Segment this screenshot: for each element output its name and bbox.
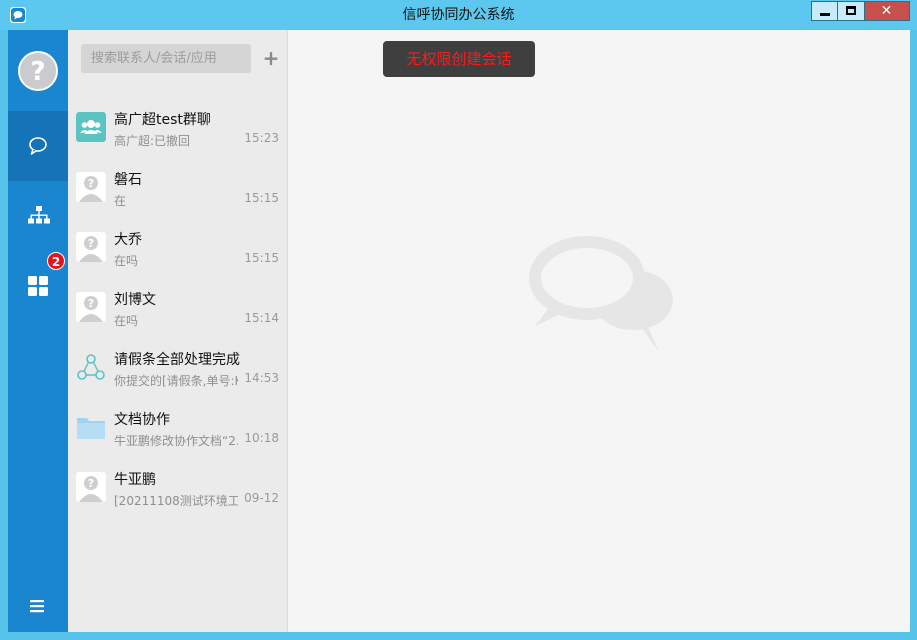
org-chart-icon (28, 206, 50, 224)
conversation-name: 磐石 (114, 172, 142, 188)
svg-text:?: ? (88, 177, 94, 190)
main-panel: 无权限创建会话 (288, 30, 910, 632)
svg-text:?: ? (88, 477, 94, 490)
conversation-preview: 牛亚鹏修改协作文档“2. (114, 434, 238, 448)
conversation-item[interactable]: 高广超test群聊 高广超:已撤回 15:23 (68, 100, 287, 160)
conversation-name: 文档协作 (114, 412, 170, 428)
conversation-time: 15:15 (244, 191, 279, 205)
conversation-preview: 在吗 (114, 314, 139, 328)
svg-text:?: ? (30, 57, 45, 87)
minimize-icon (820, 13, 830, 16)
conversation-preview: 高广超:已撤回 (114, 134, 191, 148)
conversation-name: 牛亚鹏 (114, 472, 156, 488)
nav-sidebar: ? 2 (8, 30, 68, 632)
conversation-item[interactable]: 请假条全部处理完成 你提交的[请假条,单号:KA 14:53 (68, 340, 287, 400)
default-avatar-icon: ? (76, 172, 106, 202)
default-avatar-icon: ? (20, 53, 56, 89)
close-button[interactable]: ✕ (865, 1, 910, 21)
conversation-name: 高广超test群聊 (114, 112, 211, 128)
conversation-name: 请假条全部处理完成 (114, 352, 240, 368)
flow-icon (76, 352, 106, 382)
conversation-preview: 你提交的[请假条,单号:KA (114, 374, 238, 388)
conversation-time: 15:23 (244, 131, 279, 145)
chat-bubble-icon (29, 137, 47, 155)
maximize-button[interactable] (838, 1, 865, 21)
svg-text:?: ? (88, 297, 94, 310)
conversation-item[interactable]: ? 磐石 在 15:15 (68, 160, 287, 220)
nav-item-org[interactable] (8, 181, 68, 251)
conversation-preview: 在 (114, 194, 127, 208)
conversation-time: 14:53 (244, 371, 279, 385)
conversation-item[interactable]: ? 大乔 在吗 15:15 (68, 220, 287, 280)
maximize-icon (846, 6, 856, 15)
add-button[interactable]: + (262, 44, 280, 73)
conversation-time: 09-12 (244, 491, 279, 505)
conversation-panel: 搜索联系人/会话/应用 + 高广超test群聊 高广超:已撤回 15:23 ? … (68, 30, 288, 632)
toast-message: 无权限创建会话 (383, 41, 535, 77)
grid-icon (28, 276, 48, 296)
nav-item-chat[interactable] (8, 111, 68, 181)
conversation-time: 15:14 (244, 311, 279, 325)
conversation-time: 15:15 (244, 251, 279, 265)
conversation-name: 大乔 (114, 232, 142, 248)
window-title: 信呼协同办公系统 (402, 7, 515, 23)
default-avatar-icon: ? (76, 292, 106, 322)
conversation-name: 刘博文 (114, 292, 156, 308)
user-avatar[interactable]: ? (18, 51, 58, 91)
conversation-preview: [20211108测试环境工 (114, 494, 238, 508)
chat-watermark-icon (529, 236, 673, 352)
svg-text:?: ? (88, 237, 94, 250)
group-icon (76, 112, 106, 142)
default-avatar-icon: ? (76, 472, 106, 502)
conversation-item[interactable]: 文档协作 牛亚鹏修改协作文档“2. 10:18 (68, 400, 287, 460)
apps-notification-badge: 2 (47, 252, 65, 270)
title-bar: 信呼协同办公系统 ✕ (0, 0, 917, 30)
default-avatar-icon: ? (76, 232, 106, 262)
conversation-preview: 在吗 (114, 254, 139, 268)
conversation-item[interactable]: ? 牛亚鹏 [20211108测试环境工 09-12 (68, 460, 287, 520)
conversation-time: 10:18 (244, 431, 279, 445)
folder-icon (76, 412, 106, 442)
conversation-item[interactable]: ? 刘博文 在吗 15:14 (68, 280, 287, 340)
minimize-button[interactable] (811, 1, 838, 21)
hamburger-icon[interactable] (28, 598, 48, 614)
close-icon: ✕ (880, 3, 893, 19)
search-input[interactable]: 搜索联系人/会话/应用 (81, 44, 251, 73)
